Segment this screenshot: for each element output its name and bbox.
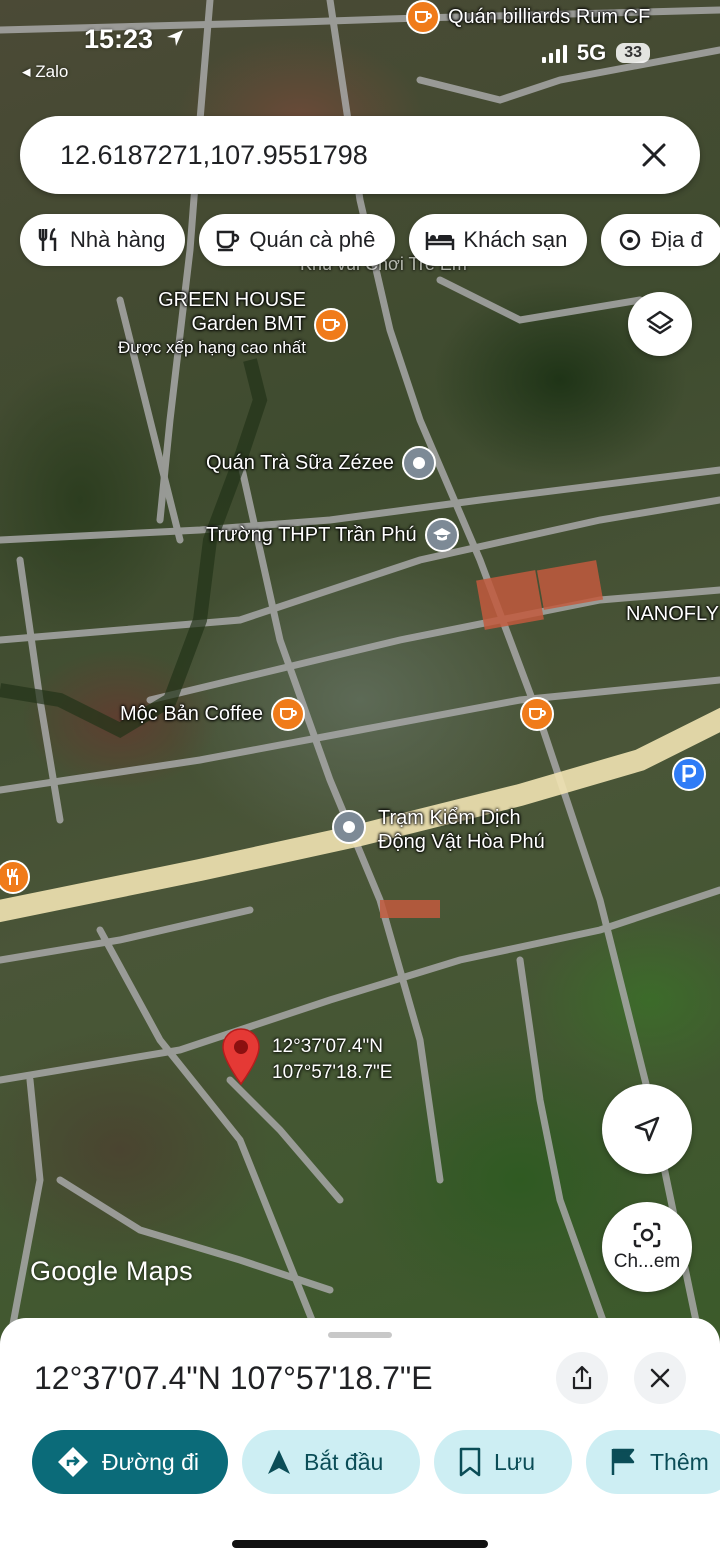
chip-label: Địa đ xyxy=(651,227,703,252)
location-arrow-icon xyxy=(166,30,183,46)
coffee-cup-icon xyxy=(271,697,306,731)
layers-button[interactable] xyxy=(628,292,692,356)
poi-label: Trường THPT Trần Phú xyxy=(206,524,417,546)
google-maps-logo: Google Maps xyxy=(30,1256,193,1286)
sheet-drag-handle[interactable] xyxy=(328,1332,392,1338)
poi-label: Garden BMT xyxy=(191,313,306,335)
my-location-button[interactable] xyxy=(602,1084,692,1174)
restaurant-icon xyxy=(0,860,30,894)
poi-label: NANOFLY xyxy=(626,603,719,625)
directions-button[interactable]: Đường đi xyxy=(32,1430,228,1494)
search-input[interactable]: 12.6187271,107.9551798 xyxy=(60,140,634,171)
coffee-cup-icon xyxy=(520,697,554,731)
status-indicators: 5G 33 xyxy=(541,40,650,66)
place-sheet: 12°37'07.4"N 107°57'18.7"E Đường đi Bắt … xyxy=(0,1318,720,1564)
poi-label: Trạm Kiểm Dịch xyxy=(378,807,521,829)
poi-tram-kiem-dich[interactable]: Trạm Kiểm Dịch Động Vật Hòa Phú xyxy=(332,806,545,854)
poi-moc-ban-coffee[interactable]: Mộc Bản Coffee xyxy=(120,697,306,731)
share-button[interactable] xyxy=(556,1352,608,1404)
more-label: Thêm xyxy=(650,1448,709,1475)
hotel-icon xyxy=(426,232,455,250)
pin-lng: 107°57'18.7"E xyxy=(272,1062,393,1083)
school-icon xyxy=(424,518,459,552)
place-pin-icon xyxy=(332,810,366,844)
poi-rating-label: Được xếp hạng cao nhất xyxy=(118,338,306,357)
poi-label: Động Vật Hòa Phú xyxy=(378,831,545,853)
coffee-icon xyxy=(217,230,240,252)
start-button[interactable]: Bắt đầu xyxy=(242,1430,420,1494)
directions-label: Đường đi xyxy=(102,1448,199,1475)
chip-label: Quán cà phê xyxy=(249,227,376,252)
pin-coordinates-label: 12°37'07.4"N 107°57'18.7"E xyxy=(272,1034,392,1086)
poi-label: GREEN HOUSE xyxy=(158,289,306,311)
category-chips: Nhà hàng Quán cà phê Khách sạn Địa đ xyxy=(20,214,720,266)
poi-label: Quán Trà Sữa Zézee xyxy=(206,452,394,474)
chip-label: Nhà hàng xyxy=(70,227,166,252)
lens-label: Ch...em xyxy=(613,1251,681,1272)
attraction-icon xyxy=(620,229,641,251)
action-buttons: Đường đi Bắt đầu Lưu Thêm xyxy=(32,1430,720,1494)
close-sheet-button[interactable] xyxy=(634,1352,686,1404)
coffee-cup-icon xyxy=(406,0,440,34)
parking-icon xyxy=(672,757,706,791)
start-label: Bắt đầu xyxy=(304,1448,384,1475)
place-pin-icon xyxy=(401,446,436,480)
poi-parking[interactable] xyxy=(672,757,706,791)
flag-icon xyxy=(611,1448,635,1475)
restaurant-icon xyxy=(38,227,57,251)
lens-button[interactable]: Ch...em xyxy=(602,1202,692,1292)
poi-restaurant[interactable] xyxy=(0,860,30,894)
dropped-pin-icon[interactable] xyxy=(220,1026,262,1091)
camera-lens-icon xyxy=(633,1222,661,1248)
back-to-app-link[interactable]: ◂ Zalo xyxy=(22,62,68,82)
close-icon xyxy=(650,1368,670,1388)
chip-attractions[interactable]: Địa đ xyxy=(601,214,720,266)
chip-hotels[interactable]: Khách sạn xyxy=(409,214,588,266)
poi-tra-sua[interactable]: Quán Trà Sữa Zézee xyxy=(206,446,436,480)
battery-icon: 33 xyxy=(616,43,650,63)
directions-icon xyxy=(58,1447,88,1477)
pin-lat: 12°37'07.4"N xyxy=(272,1036,383,1057)
poi-green-house[interactable]: GREEN HOUSE Garden BMT Được xếp hạng cao… xyxy=(118,288,348,360)
coffee-cup-icon xyxy=(313,308,348,342)
search-bar[interactable]: 12.6187271,107.9551798 xyxy=(20,116,700,194)
share-icon xyxy=(572,1365,592,1390)
poi-coffee[interactable] xyxy=(520,697,554,731)
save-label: Lưu xyxy=(494,1448,535,1475)
poi-nanofly[interactable]: NANOFLY xyxy=(626,602,719,626)
bookmark-icon xyxy=(459,1447,481,1477)
layers-icon xyxy=(646,310,674,335)
time-text: 15:23 xyxy=(84,24,154,54)
home-indicator[interactable] xyxy=(232,1540,488,1548)
status-time: 15:23 xyxy=(84,24,185,55)
sheet-title: 12°37'07.4"N 107°57'18.7"E xyxy=(34,1360,433,1396)
more-button[interactable]: Thêm xyxy=(586,1430,720,1494)
chip-restaurants[interactable]: Nhà hàng xyxy=(20,214,186,266)
poi-label: Mộc Bản Coffee xyxy=(120,703,264,725)
close-icon[interactable] xyxy=(634,135,674,175)
navigation-start-icon xyxy=(268,1450,290,1474)
chip-label: Khách sạn xyxy=(463,227,568,252)
navigation-arrow-icon xyxy=(634,1116,660,1142)
network-type: 5G xyxy=(576,40,607,65)
poi-billiards[interactable]: Quán billiards Rum CF xyxy=(406,0,650,34)
poi-label: Quán billiards Rum CF xyxy=(448,6,651,28)
save-button[interactable]: Lưu xyxy=(434,1430,572,1494)
signal-icon xyxy=(541,43,567,63)
chip-cafes[interactable]: Quán cà phê xyxy=(199,214,396,266)
poi-truong-thpt[interactable]: Trường THPT Trần Phú xyxy=(206,518,459,552)
